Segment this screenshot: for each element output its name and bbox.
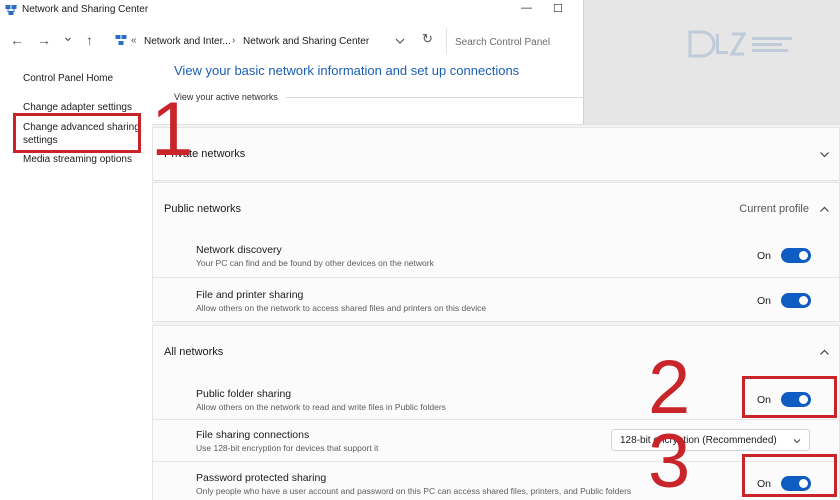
setting-title: File and printer sharing: [196, 289, 304, 301]
back-button[interactable]: ←: [10, 32, 24, 48]
encryption-selected-value: 128-bit encryption (Recommended): [620, 435, 777, 446]
highlight-box-step3: [742, 454, 837, 497]
recent-locations-button[interactable]: ⌄: [62, 28, 74, 45]
minimize-button[interactable]: —: [521, 2, 532, 14]
current-profile-label: Current profile: [739, 203, 809, 215]
setting-file-printer-sharing: File and printer sharing Allow others on…: [152, 278, 840, 322]
chevron-down-icon: [793, 439, 801, 444]
encryption-select[interactable]: 128-bit encryption (Recommended): [611, 429, 810, 451]
toggle-state-label: On: [757, 250, 772, 262]
setting-file-sharing-connections: File sharing connections Use 128-bit enc…: [152, 420, 840, 462]
setting-description: Your PC can find and be found by other d…: [196, 258, 434, 268]
setting-password-protected-sharing: Password protected sharing Only people w…: [152, 462, 840, 500]
breadcrumb-overflow[interactable]: «: [131, 35, 137, 46]
setting-description: Only people who have a user account and …: [196, 486, 632, 496]
section-label: All networks: [164, 346, 224, 358]
dlz-tech-watermark: [686, 28, 798, 60]
section-public-networks[interactable]: Public networks Current profile: [152, 182, 840, 236]
setting-public-folder-sharing: Public folder sharing Allow others on th…: [152, 378, 840, 420]
sidebar-item-home[interactable]: Control Panel Home: [23, 72, 141, 85]
window-title: Network and Sharing Center: [22, 4, 149, 15]
setting-title: Network discovery: [196, 244, 282, 256]
highlight-box-step1: [13, 113, 141, 153]
annotation-step-3: 3: [648, 419, 691, 500]
chevron-down-icon[interactable]: [819, 149, 830, 160]
chevron-up-icon[interactable]: [819, 204, 830, 215]
network-center-icon: [115, 35, 127, 45]
advanced-sharing-settings: Private networks Public networks Current…: [152, 124, 840, 500]
highlight-box-step2: [742, 376, 837, 418]
breadcrumb-separator: ›: [232, 35, 236, 46]
search-input[interactable]: Search Control Panel: [446, 28, 584, 54]
toggle-switch[interactable]: [781, 293, 811, 308]
title-bar: Network and Sharing Center — ☐: [0, 0, 584, 22]
network-center-icon: [5, 5, 17, 15]
toggle-knob: [799, 296, 808, 305]
maximize-button[interactable]: ☐: [553, 2, 563, 15]
breadcrumb-network-internet[interactable]: Network and Inter...: [144, 36, 231, 47]
toggle-switch[interactable]: [781, 248, 811, 263]
address-bar: ← → ⌄ ↑ « Network and Inter... › Network…: [0, 26, 584, 56]
section-all-networks[interactable]: All networks: [152, 325, 840, 379]
page-title: View your basic network information and …: [174, 63, 520, 78]
sidebar-item-media-streaming[interactable]: Media streaming options: [23, 153, 141, 166]
setting-description: Allow others on the network to read and …: [196, 402, 446, 412]
network-discovery-toggle[interactable]: On: [757, 247, 813, 265]
file-printer-sharing-toggle[interactable]: On: [757, 292, 813, 310]
setting-network-discovery: Network discovery Your PC can find and b…: [152, 235, 840, 278]
section-private-networks[interactable]: Private networks: [152, 127, 840, 181]
setting-description: Allow others on the network to access sh…: [196, 303, 487, 313]
annotation-step-2: 2: [648, 345, 691, 430]
chevron-up-icon[interactable]: [819, 347, 830, 358]
setting-title: Public folder sharing: [196, 388, 292, 400]
toggle-knob: [799, 251, 808, 260]
setting-description: Use 128-bit encryption for devices that …: [196, 443, 379, 453]
dlz-logo-icon: [688, 30, 792, 58]
section-label: Public networks: [164, 203, 242, 215]
refresh-button[interactable]: ↻: [422, 31, 433, 47]
toggle-state-label: On: [757, 295, 772, 307]
up-button[interactable]: ↑: [86, 32, 93, 48]
section-divider: [286, 97, 584, 98]
chevron-down-icon[interactable]: [395, 37, 405, 45]
annotation-step-1: 1: [151, 87, 194, 172]
setting-title: File sharing connections: [196, 429, 310, 441]
setting-title: Password protected sharing: [196, 472, 327, 484]
breadcrumb[interactable]: « Network and Inter... › Network and Sha…: [112, 28, 440, 54]
forward-button[interactable]: →: [37, 32, 51, 48]
breadcrumb-network-sharing-center[interactable]: Network and Sharing Center: [243, 36, 369, 47]
